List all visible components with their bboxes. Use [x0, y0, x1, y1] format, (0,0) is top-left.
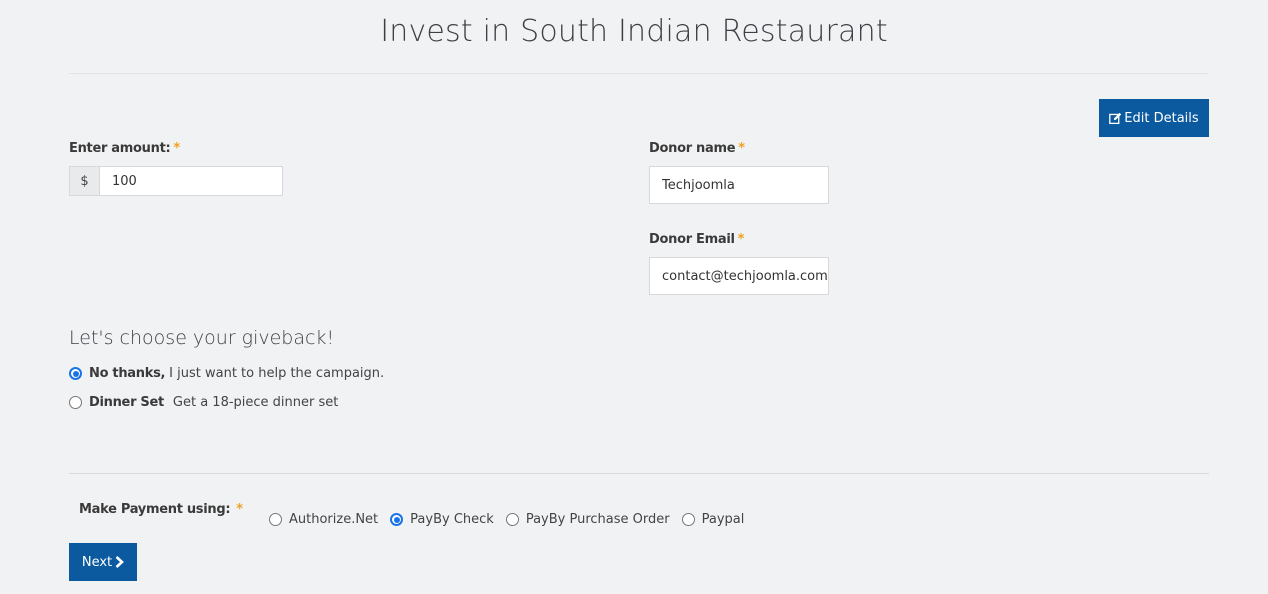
required-mark: *: [236, 502, 243, 517]
radio-button[interactable]: [505, 513, 519, 526]
payment-option-label: PayBy Purchase Order: [525, 512, 670, 527]
payment-option-label: Paypal: [701, 512, 745, 527]
giveback-option-desc: I just want to help the campaign.: [169, 366, 385, 381]
radio-button[interactable]: [390, 513, 404, 526]
required-mark: *: [173, 141, 180, 156]
giveback-option-title: Dinner Set: [89, 395, 164, 410]
edit-icon: [1109, 112, 1122, 124]
page-title: Invest in South Indian Restaurant: [380, 14, 888, 49]
required-mark: *: [738, 141, 745, 156]
section-divider: [69, 473, 1209, 474]
required-mark: *: [737, 232, 745, 247]
radio-button[interactable]: [69, 396, 82, 409]
payment-option-paypal[interactable]: Paypal: [681, 512, 745, 527]
giveback-heading: Let's choose your giveback!: [69, 327, 335, 349]
donor-name-label: Donor name *: [649, 141, 745, 156]
amount-input[interactable]: [100, 167, 282, 195]
title-divider: [69, 73, 1209, 74]
payment-option-authorize-net[interactable]: Authorize.Net: [269, 512, 378, 527]
payment-option-payby-check[interactable]: PayBy Check: [390, 512, 494, 527]
payment-option-label: Authorize.Net: [289, 512, 379, 527]
giveback-option-title: No thanks,: [89, 366, 166, 381]
payment-option-label: PayBy Check: [410, 512, 494, 527]
radio-button[interactable]: [269, 513, 282, 526]
donor-email-input[interactable]: [649, 257, 829, 295]
edit-details-label: Edit Details: [1124, 110, 1199, 126]
amount-input-group: $: [69, 166, 283, 196]
giveback-option-desc: Get a 18-piece dinner set: [172, 395, 339, 410]
payment-options: Authorize.Net PayBy Check PayBy Purchase…: [269, 512, 756, 527]
giveback-option-no-thanks[interactable]: No thanks, I just want to help the campa…: [69, 366, 384, 381]
donor-name-input[interactable]: [649, 166, 829, 204]
next-button[interactable]: Next: [69, 543, 137, 581]
next-label: Next: [81, 554, 113, 570]
radio-button[interactable]: [69, 367, 82, 380]
donor-email-label: Donor Email *: [649, 232, 745, 247]
payment-label: Make Payment using: *: [79, 502, 243, 517]
radio-button[interactable]: [681, 513, 695, 526]
currency-addon: $: [70, 167, 100, 195]
edit-details-button[interactable]: Edit Details: [1099, 99, 1209, 137]
giveback-option-dinner-set[interactable]: Dinner Set Get a 18-piece dinner set: [69, 395, 338, 410]
chevron-right-icon: [115, 556, 125, 568]
amount-label: Enter amount: *: [69, 141, 180, 156]
payment-option-payby-purchase-order[interactable]: PayBy Purchase Order: [505, 512, 670, 527]
